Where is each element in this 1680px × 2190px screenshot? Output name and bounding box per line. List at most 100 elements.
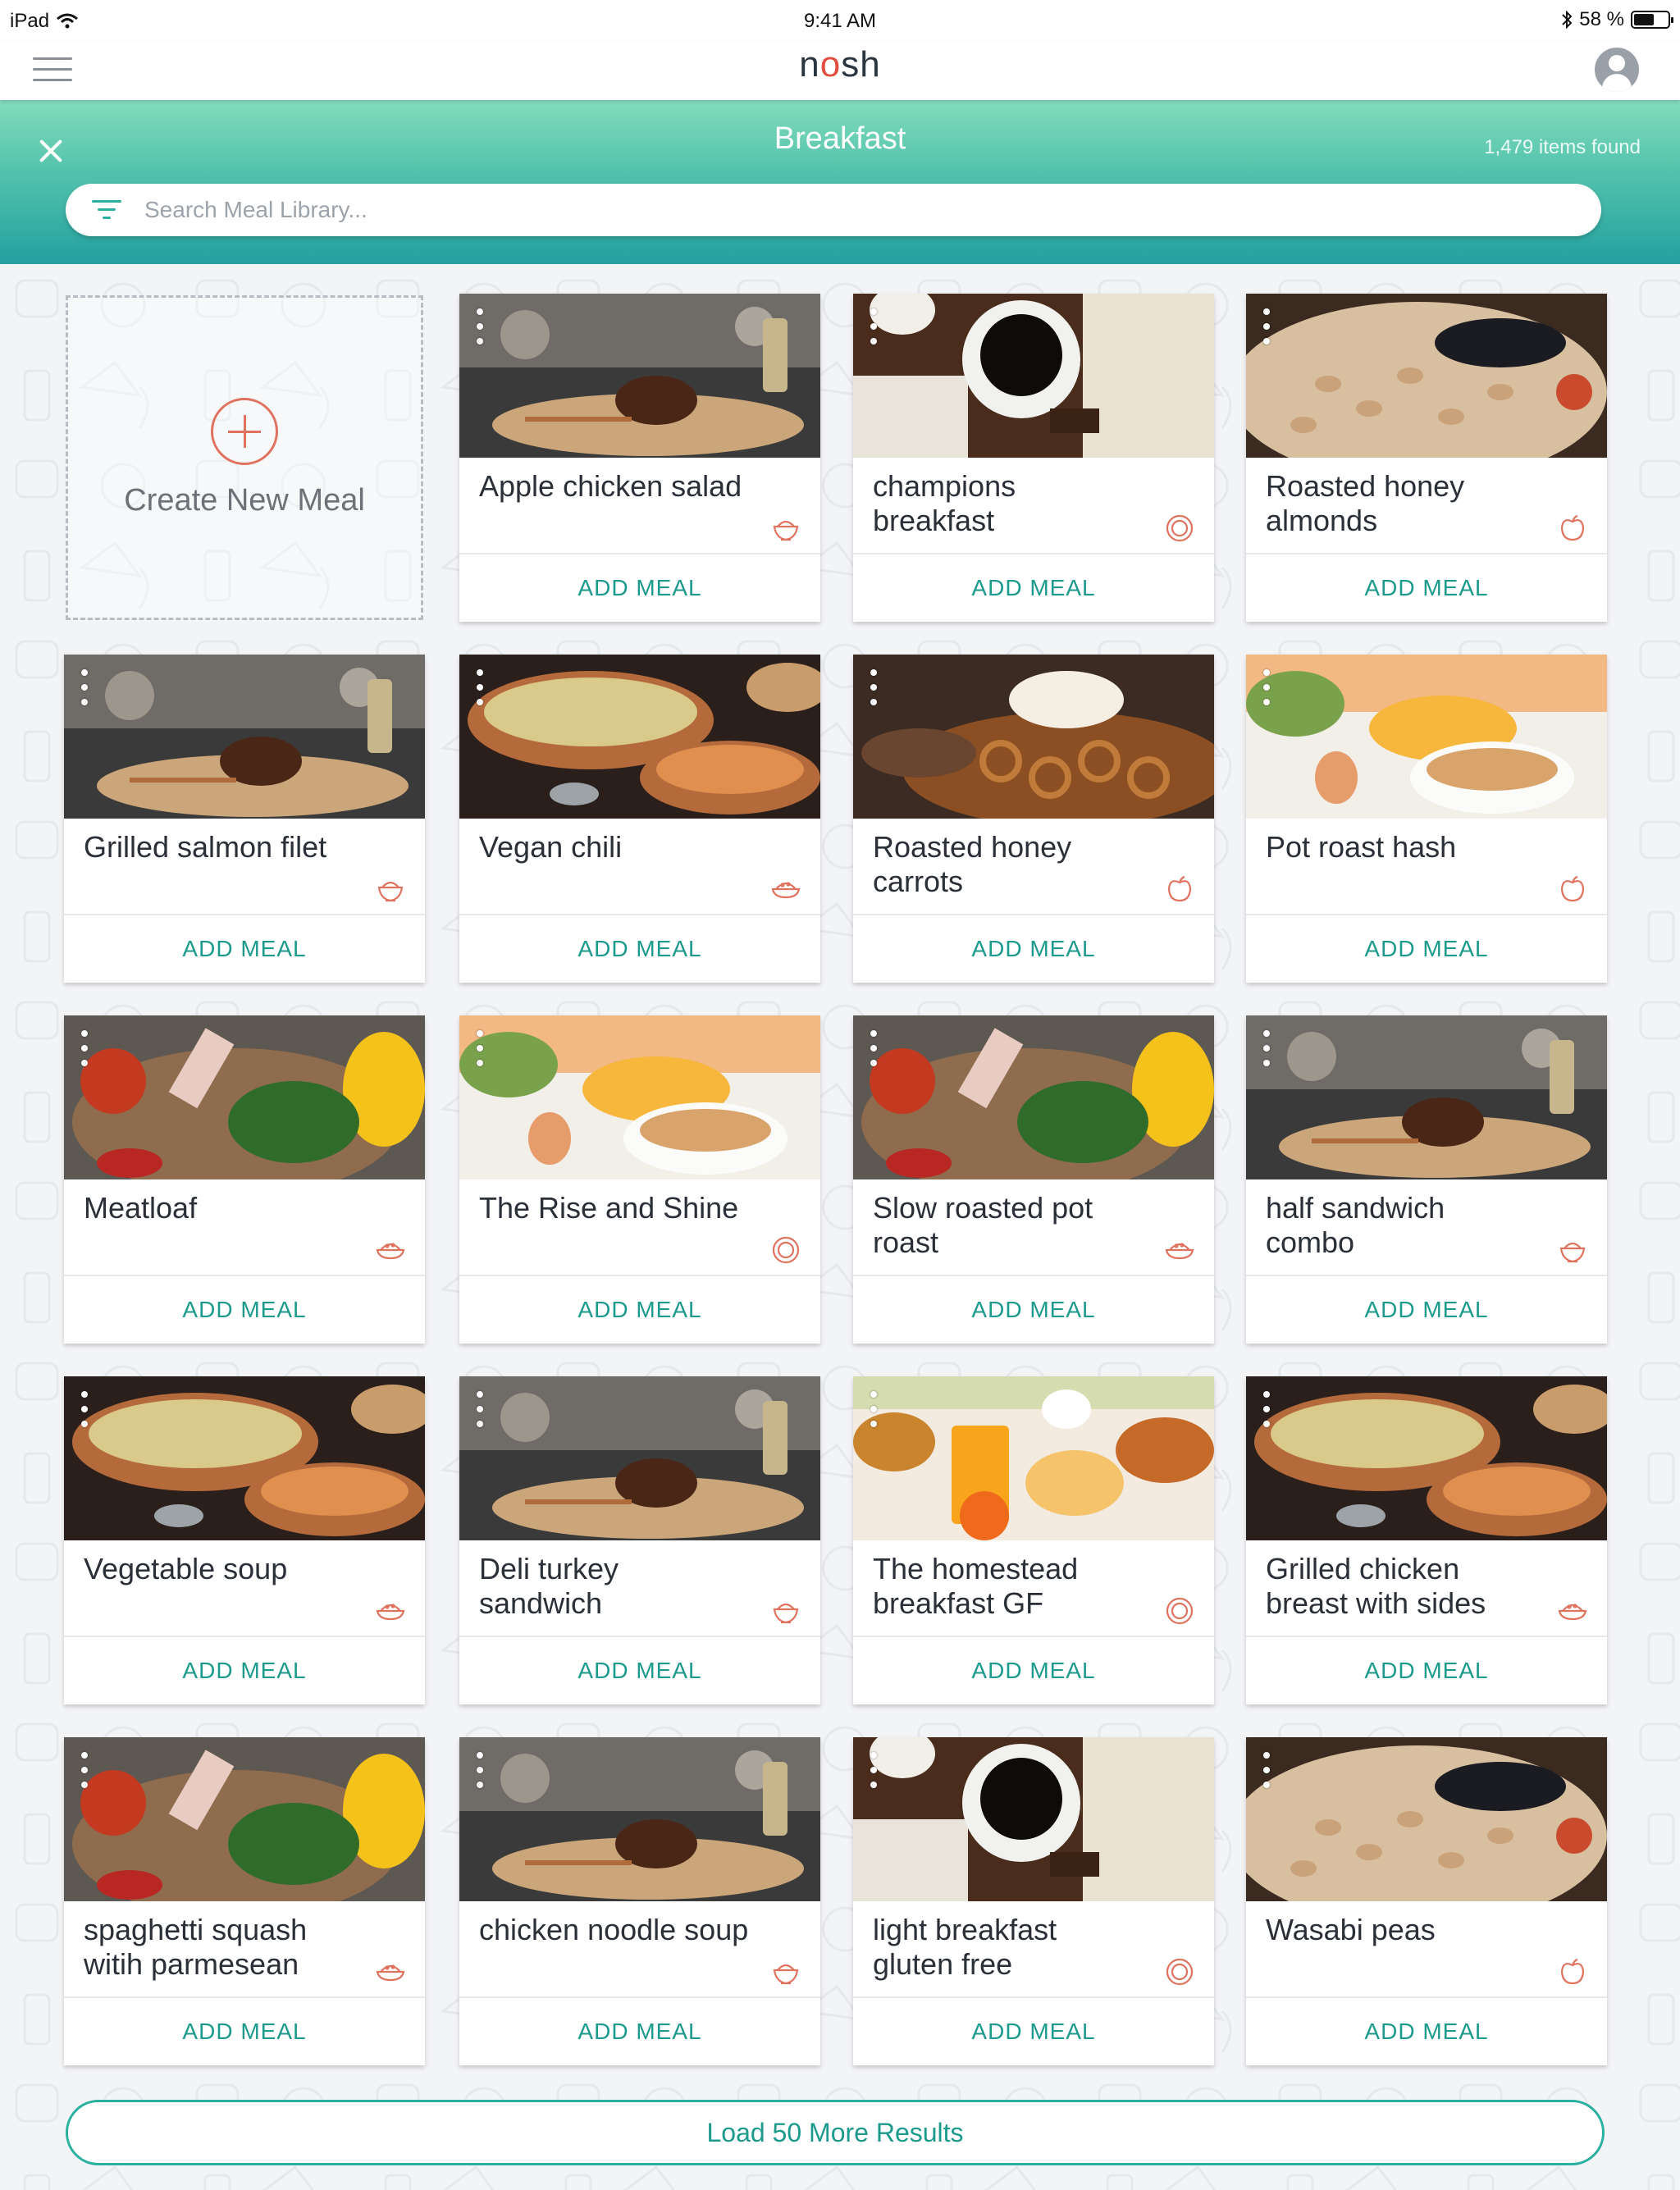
add-meal-button[interactable]: ADD MEAL [853, 1998, 1214, 2065]
add-meal-button[interactable]: ADD MEAL [1246, 915, 1607, 983]
meal-card[interactable]: Grilled salmon filet ADD MEAL [64, 655, 425, 983]
more-options-icon[interactable] [868, 1391, 879, 1427]
meal-card[interactable]: The Rise and Shine ADD MEAL [459, 1015, 820, 1344]
add-meal-button[interactable]: ADD MEAL [853, 915, 1214, 983]
meal-name: half sandwich combo [1266, 1191, 1445, 1259]
add-meal-button[interactable]: ADD MEAL [459, 1276, 820, 1344]
meal-photo [1246, 1015, 1607, 1179]
results-count: 1,479 items found [1484, 136, 1641, 158]
add-meal-button[interactable]: ADD MEAL [459, 1637, 820, 1704]
more-options-icon[interactable] [868, 308, 879, 344]
meal-card[interactable]: light breakfast gluten free ADD MEAL [853, 1737, 1214, 2065]
meal-name: The homestead breakfast GF [873, 1552, 1079, 1620]
add-meal-button[interactable]: ADD MEAL [64, 1276, 425, 1344]
bowl-icon [1556, 1234, 1589, 1266]
meal-card[interactable]: Grilled chicken breast with sides ADD ME… [1246, 1376, 1607, 1704]
app-header: nosh [0, 41, 1680, 100]
more-options-icon[interactable] [474, 669, 486, 705]
more-options-icon[interactable] [1261, 308, 1272, 344]
more-options-icon[interactable] [79, 1752, 90, 1788]
meal-photo [64, 1376, 425, 1540]
meal-photo [853, 655, 1214, 819]
meal-card[interactable]: Slow roasted pot roast ADD MEAL [853, 1015, 1214, 1344]
add-meal-button[interactable]: ADD MEAL [64, 1998, 425, 2065]
meal-photo [1246, 655, 1607, 819]
add-meal-button[interactable]: ADD MEAL [853, 1637, 1214, 1704]
meal-photo [64, 1015, 425, 1179]
more-options-icon[interactable] [1261, 1752, 1272, 1788]
meal-photo [459, 294, 820, 458]
filter-icon[interactable] [92, 200, 121, 220]
add-meal-button[interactable]: ADD MEAL [1246, 1637, 1607, 1704]
more-options-icon[interactable] [79, 669, 90, 705]
create-new-meal-card[interactable]: Create New Meal [66, 295, 423, 620]
meal-photo [64, 655, 425, 819]
add-meal-button[interactable]: ADD MEAL [853, 554, 1214, 622]
meal-card[interactable]: Vegetable soup ADD MEAL [64, 1376, 425, 1704]
meal-card[interactable]: Wasabi peas ADD MEAL [1246, 1737, 1607, 2065]
bowl-icon [769, 1595, 802, 1627]
add-meal-button[interactable]: ADD MEAL [459, 554, 820, 622]
more-options-icon[interactable] [1261, 1030, 1272, 1066]
meal-name: Grilled chicken breast with sides [1266, 1552, 1486, 1620]
add-meal-button[interactable]: ADD MEAL [459, 915, 820, 983]
bowl-icon [769, 512, 802, 545]
meal-card[interactable]: champions breakfast ADD MEAL [853, 294, 1214, 622]
meal-name: champions breakfast [873, 469, 1016, 537]
add-meal-button[interactable]: ADD MEAL [1246, 1998, 1607, 2065]
meal-name: Wasabi peas [1266, 1913, 1436, 1946]
more-options-icon[interactable] [868, 1752, 879, 1788]
more-options-icon[interactable] [79, 1391, 90, 1427]
add-meal-button[interactable]: ADD MEAL [64, 915, 425, 983]
logo-tomato: o [819, 44, 842, 84]
meal-card[interactable]: Meatloaf ADD MEAL [64, 1015, 425, 1344]
meal-card[interactable]: Roasted honey almonds ADD MEAL [1246, 294, 1607, 622]
add-meal-button[interactable]: ADD MEAL [459, 1998, 820, 2065]
plate-icon [1163, 1955, 1196, 1988]
meal-photo [459, 1737, 820, 1901]
meal-name: chicken noodle soup [479, 1913, 749, 1946]
category-banner: Breakfast 1,479 items found [0, 100, 1680, 264]
add-circle-icon [211, 397, 278, 465]
load-more-button[interactable]: Load 50 More Results [66, 2100, 1605, 2165]
meal-name: Grilled salmon filet [84, 830, 327, 864]
meal-card[interactable]: chicken noodle soup ADD MEAL [459, 1737, 820, 2065]
meal-name: Meatloaf [84, 1191, 198, 1225]
meal-card[interactable]: Roasted honey carrots ADD MEAL [853, 655, 1214, 983]
meal-photo [1246, 1737, 1607, 1901]
meal-card[interactable]: Apple chicken salad ADD MEAL [459, 294, 820, 622]
create-new-meal-label: Create New Meal [124, 482, 365, 518]
meal-photo [459, 1376, 820, 1540]
dish-icon [374, 1595, 407, 1627]
search-input[interactable] [144, 192, 1572, 228]
meal-card[interactable]: Deli turkey sandwich ADD MEAL [459, 1376, 820, 1704]
meal-card[interactable]: spaghetti squash witih parmesean ADD MEA… [64, 1737, 425, 2065]
more-options-icon[interactable] [1261, 1391, 1272, 1427]
add-meal-button[interactable]: ADD MEAL [64, 1637, 425, 1704]
battery-icon [1631, 11, 1673, 29]
meal-card[interactable]: Pot roast hash ADD MEAL [1246, 655, 1607, 983]
more-options-icon[interactable] [474, 1752, 486, 1788]
more-options-icon[interactable] [474, 1030, 486, 1066]
more-options-icon[interactable] [474, 308, 486, 344]
dish-icon [1163, 1234, 1196, 1266]
more-options-icon[interactable] [1261, 669, 1272, 705]
more-options-icon[interactable] [868, 1030, 879, 1066]
dish-icon [374, 1234, 407, 1266]
profile-avatar-button[interactable] [1595, 48, 1639, 92]
more-options-icon[interactable] [474, 1391, 486, 1427]
more-options-icon[interactable] [79, 1030, 90, 1066]
more-options-icon[interactable] [868, 669, 879, 705]
add-meal-button[interactable]: ADD MEAL [853, 1276, 1214, 1344]
meal-name: Apple chicken salad [479, 469, 742, 503]
plate-icon [1163, 512, 1196, 545]
meal-name: Vegan chili [479, 830, 623, 864]
apple-icon [1556, 1955, 1589, 1988]
add-meal-button[interactable]: ADD MEAL [1246, 1276, 1607, 1344]
meal-name: Vegetable soup [84, 1552, 288, 1585]
apple-icon [1556, 512, 1589, 545]
meal-card[interactable]: half sandwich combo ADD MEAL [1246, 1015, 1607, 1344]
meal-card[interactable]: Vegan chili ADD MEAL [459, 655, 820, 983]
meal-card[interactable]: The homestead breakfast GF ADD MEAL [853, 1376, 1214, 1704]
add-meal-button[interactable]: ADD MEAL [1246, 554, 1607, 622]
